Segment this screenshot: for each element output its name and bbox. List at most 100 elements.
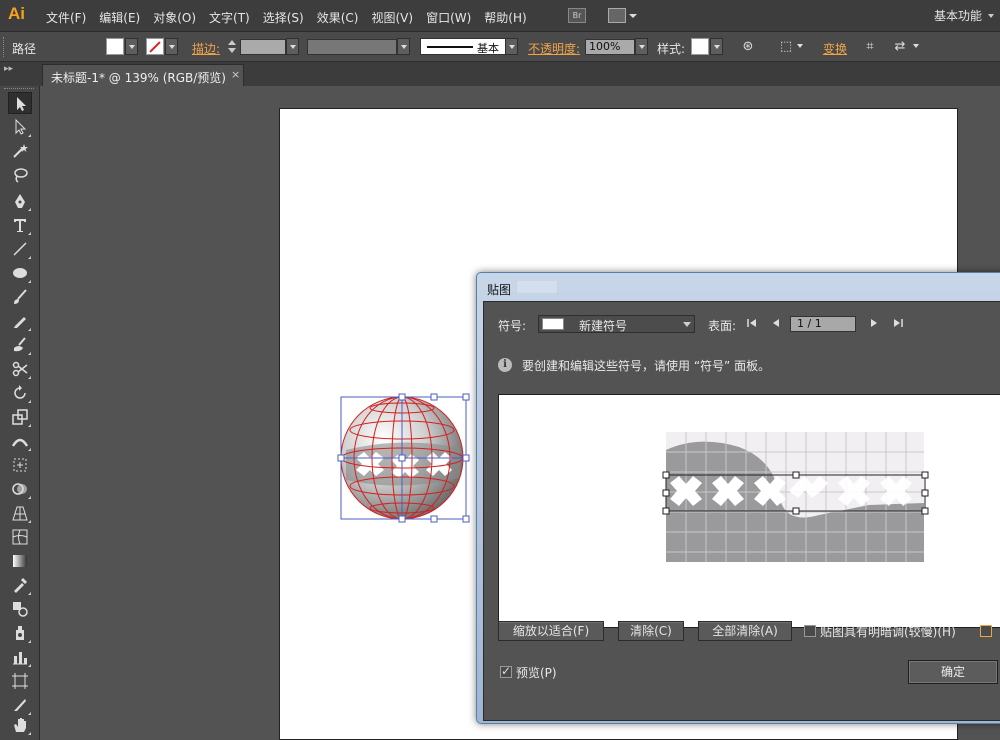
stroke-weight-dropdown[interactable] [286, 38, 299, 55]
mapped-sphere-artwork[interactable] [336, 388, 476, 528]
stroke-weight-input[interactable] [240, 39, 286, 55]
lasso-tool[interactable] [8, 164, 32, 186]
stroke-swatch[interactable] [146, 38, 164, 55]
type-t-icon [14, 219, 26, 232]
panel-grip[interactable] [3, 37, 6, 57]
variable-width-dropdown[interactable] [397, 38, 410, 55]
menu-effect[interactable]: 效果(C) [317, 9, 359, 26]
scale-tool[interactable] [8, 406, 32, 428]
last-surface-icon[interactable] [892, 317, 904, 329]
gradient-tool[interactable] [8, 550, 32, 572]
preview-checkbox[interactable] [500, 664, 512, 678]
scissors-tool[interactable] [8, 358, 32, 380]
artboard-tool[interactable] [8, 670, 32, 692]
ok-button[interactable]: 确定 [908, 660, 998, 684]
perspective-grid-tool[interactable] [8, 502, 32, 524]
invisible-geometry-checkbox[interactable] [980, 625, 992, 637]
fill-dropdown[interactable] [125, 38, 138, 55]
menu-edit[interactable]: 编辑(E) [99, 9, 140, 26]
direct-selection-tool[interactable] [8, 116, 32, 138]
ellipse-icon [13, 268, 27, 278]
panel-options-icon[interactable]: ⇄ [892, 39, 908, 55]
previous-surface-icon[interactable] [770, 317, 782, 329]
dialog-body: 符号: 新建符号 表面: 1 / 1 i 要创建和编辑这些符号，请使用 “符号”… [483, 301, 1000, 721]
blend-tool[interactable] [8, 598, 32, 620]
isolate-icon[interactable]: ⌗ [862, 39, 878, 55]
pencil-tool[interactable] [8, 310, 32, 332]
clear-button[interactable]: 清除(C) [618, 621, 684, 641]
first-surface-icon[interactable] [746, 317, 758, 329]
brush-dropdown[interactable] [505, 38, 518, 55]
toolbar-collapse-grip[interactable]: ▸▸ [0, 62, 40, 86]
brush-definition-select[interactable]: 基本 [420, 38, 516, 55]
surface-counter[interactable]: 1 / 1 [790, 316, 856, 332]
map-art-dialog: 贴图 符号: 新建符号 表面: 1 / 1 i 要创建和编辑这些符号，请使用 “… [476, 272, 1000, 724]
align-icon[interactable]: ⬚ [778, 39, 794, 55]
width-tool[interactable] [8, 430, 32, 452]
variable-width-select[interactable] [307, 39, 397, 55]
opacity-input[interactable]: 100% [585, 39, 635, 55]
arrange-documents-button[interactable] [608, 8, 637, 23]
close-icon[interactable]: × [231, 68, 240, 81]
stroke-weight-stepper[interactable] [227, 39, 237, 55]
chevron-down-icon[interactable] [988, 14, 994, 18]
column-graph-tool[interactable] [8, 646, 32, 668]
opacity-dropdown[interactable] [635, 38, 648, 55]
align-dropdown[interactable] [794, 38, 807, 55]
shape-builder-tool[interactable] [8, 478, 32, 500]
workspace-switcher[interactable]: 基本功能 [934, 7, 982, 24]
free-transform-icon [13, 458, 27, 472]
bridge-button[interactable]: Br [568, 8, 586, 23]
paintbrush-tool[interactable] [8, 286, 32, 308]
eyedropper-icon [14, 577, 28, 593]
menu-window[interactable]: 窗口(W) [426, 9, 471, 26]
stroke-dropdown[interactable] [165, 38, 178, 55]
magic-wand-icon [13, 144, 28, 158]
blob-brush-tool[interactable] [8, 334, 32, 356]
menu-help[interactable]: 帮助(H) [484, 9, 526, 26]
mesh-tool[interactable] [8, 526, 32, 548]
symbol-sprayer-icon [16, 626, 24, 640]
scale-to-fit-button[interactable]: 缩放以适合(F) [498, 621, 604, 641]
pen-tool[interactable] [8, 190, 32, 212]
stroke-label[interactable]: 描边: [192, 40, 220, 57]
stroke-line-preview [427, 46, 473, 48]
fill-swatch[interactable] [106, 38, 124, 55]
free-transform-tool[interactable] [8, 454, 32, 476]
type-tool[interactable] [8, 214, 32, 236]
ellipse-tool[interactable] [8, 262, 32, 284]
clear-all-button[interactable]: 全部清除(A) [698, 621, 792, 641]
menu-type[interactable]: 文字(T) [209, 9, 250, 26]
shade-artwork-checkbox[interactable] [804, 625, 816, 637]
recolor-icon[interactable]: ⊛ [740, 39, 756, 55]
brush-style-label: 基本 [477, 42, 499, 55]
menu-select[interactable]: 选择(S) [263, 9, 304, 26]
surface-preview[interactable] [498, 394, 1000, 628]
hand-tool[interactable] [8, 714, 32, 736]
menu-view[interactable]: 视图(V) [371, 9, 413, 26]
symbol-sprayer-tool[interactable] [8, 622, 32, 644]
style-label: 样式: [657, 42, 686, 56]
hand-icon [14, 718, 26, 732]
document-tab[interactable]: 未标题-1* @ 139% (RGB/预览) × [42, 64, 244, 86]
app-logo: Ai [8, 4, 25, 23]
magic-wand-tool[interactable] [8, 140, 32, 162]
opacity-label[interactable]: 不透明度: [528, 40, 580, 57]
chevron-down-icon [629, 14, 637, 18]
eyedropper-tool[interactable] [8, 574, 32, 596]
scale-icon [12, 409, 28, 425]
slice-tool[interactable] [8, 694, 32, 716]
slice-knife-icon [14, 699, 26, 711]
selection-tool[interactable] [8, 92, 32, 114]
menu-file[interactable]: 文件(F) [46, 9, 86, 26]
graphic-style-swatch[interactable] [691, 38, 709, 55]
rotate-tool[interactable] [8, 382, 32, 404]
next-surface-icon[interactable] [868, 317, 880, 329]
panel-menu-dropdown[interactable] [910, 38, 923, 55]
symbol-select[interactable]: 新建符号 [538, 315, 695, 333]
graphic-style-dropdown[interactable] [710, 38, 723, 55]
menu-object[interactable]: 对象(O) [153, 9, 196, 26]
control-bar: 路径 描边: 基本 不透明度: 100% 样式: ⊛ ⬚ 变换 ⌗ ⇄ [0, 32, 1000, 62]
transform-label[interactable]: 变换 [823, 40, 847, 57]
line-segment-tool[interactable] [8, 238, 32, 260]
